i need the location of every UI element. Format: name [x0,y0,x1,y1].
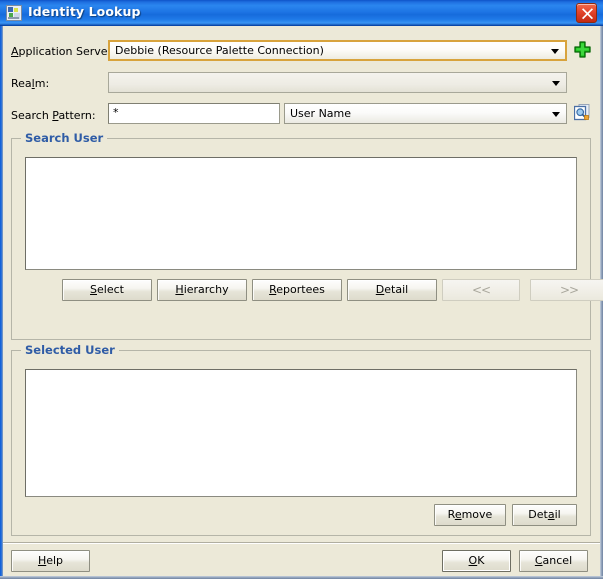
search-user-group-title: Search User [21,131,108,145]
help-button[interactable]: Help [11,550,90,572]
application-server-combo[interactable]: Debbie (Resource Palette Connection) [108,40,567,61]
remove-button[interactable]: Remove [434,504,506,526]
chevron-down-icon [551,48,559,54]
search-user-group: Search User Select Hierarchy Reportees D… [11,131,603,340]
title-bar[interactable]: Identity Lookup [0,0,603,26]
selected-user-list[interactable] [25,369,577,497]
hierarchy-button[interactable]: Hierarchy [157,279,247,301]
window-title: Identity Lookup [28,4,141,19]
application-server-value: Debbie (Resource Palette Connection) [115,44,324,57]
search-pattern-label: Search Pattern: [11,109,96,122]
close-icon[interactable] [576,3,597,23]
search-attribute-combo[interactable]: User Name [284,103,567,124]
realm-combo[interactable] [108,72,567,93]
search-pattern-input[interactable]: * [108,103,280,124]
search-document-icon[interactable] [573,104,591,122]
chevron-down-icon [552,80,560,86]
next-page-label: >> [559,283,579,297]
selected-user-group: Selected User Remove Detail [11,343,591,536]
search-attribute-value: User Name [290,107,352,120]
realm-label: Realm: [11,77,50,90]
detail-button[interactable]: Detail [347,279,437,301]
cancel-button[interactable]: Cancel [519,550,588,572]
close-x-glyph [582,8,593,20]
dialog-content: Application Server: Debbie (Resource Pal… [3,27,603,576]
footer-separator [3,542,600,544]
identity-lookup-dialog: Identity Lookup Application Server: Debb… [0,0,603,579]
chevron-down-icon [552,111,560,117]
app-window-icon [6,5,22,21]
search-user-results-list[interactable] [25,157,577,270]
next-page-button: >> [530,279,603,301]
select-button[interactable]: Select [62,279,152,301]
reportees-button[interactable]: Reportees [252,279,342,301]
application-server-label: Application Server: [11,45,116,58]
selected-detail-button[interactable]: Detail [512,504,577,526]
ok-button[interactable]: OK [442,550,511,572]
previous-page-label: << [471,283,491,297]
previous-page-button: << [442,279,520,301]
green-plus-icon[interactable] [574,41,591,58]
selected-user-group-title: Selected User [21,343,119,357]
